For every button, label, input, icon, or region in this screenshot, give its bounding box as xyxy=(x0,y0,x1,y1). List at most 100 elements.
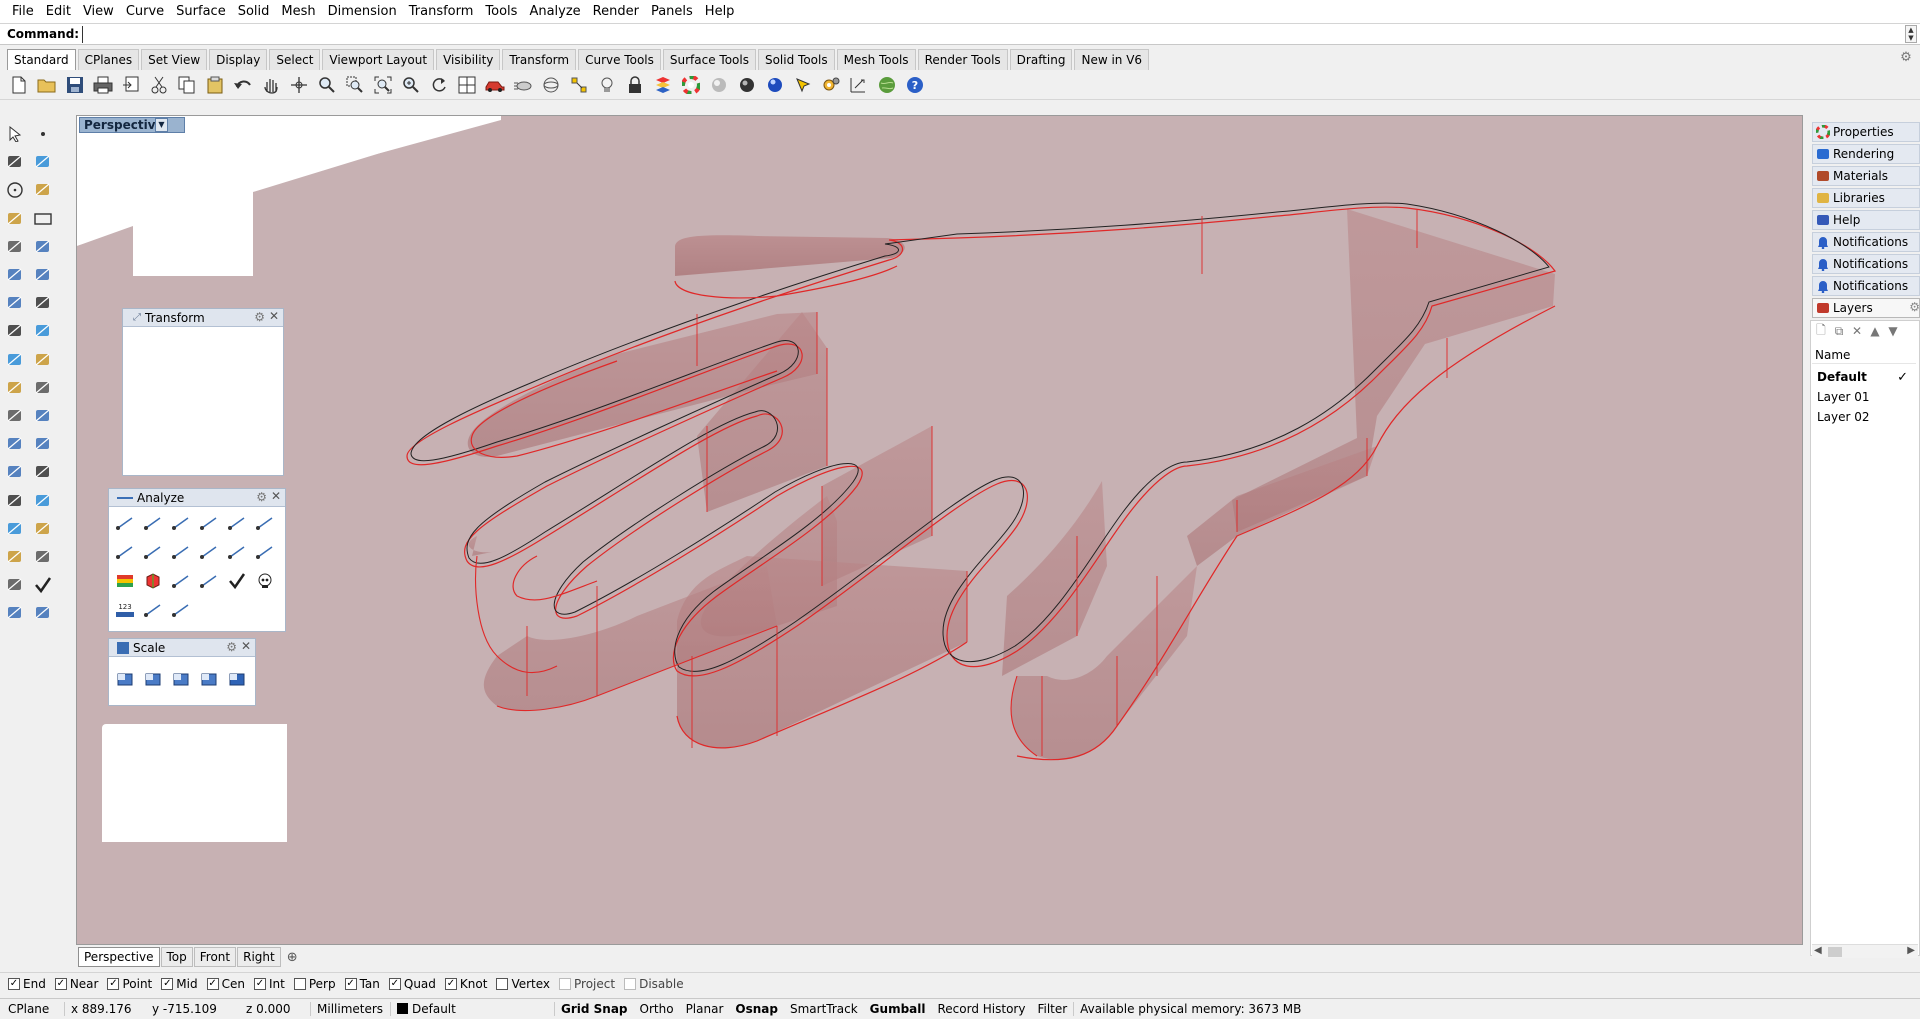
rotate-3d-icon[interactable] xyxy=(539,73,563,97)
offset-icon[interactable] xyxy=(3,432,27,456)
surface-corners-icon[interactable] xyxy=(3,263,27,287)
viewport-tab-top[interactable]: Top xyxy=(160,947,193,967)
render-tool-icon[interactable] xyxy=(3,601,27,625)
menu-dimension[interactable]: Dimension xyxy=(322,0,403,23)
import-icon[interactable] xyxy=(119,73,143,97)
scale-1d-icon[interactable] xyxy=(169,667,193,691)
properties-tool-icon[interactable] xyxy=(31,545,55,569)
osnap-quad-checkbox[interactable]: ✓ xyxy=(388,977,401,990)
osnap-end-checkbox[interactable]: ✓ xyxy=(8,977,20,990)
edit-points-icon[interactable] xyxy=(31,601,55,625)
osnap-disable-checkbox[interactable] xyxy=(624,977,637,990)
polyline-icon[interactable] xyxy=(3,150,27,174)
osnap-tan-checkbox[interactable]: ✓ xyxy=(344,977,357,990)
menu-solid[interactable]: Solid xyxy=(232,0,276,23)
number-icon[interactable]: 123 xyxy=(113,598,137,622)
join-icon[interactable] xyxy=(31,376,55,400)
move-layer-down-icon[interactable]: ▼ xyxy=(1884,324,1902,338)
direction-icon[interactable] xyxy=(253,511,277,535)
dimension-icon[interactable] xyxy=(847,73,871,97)
layer-row[interactable]: Default ✓ xyxy=(1812,368,1916,387)
block-icon[interactable] xyxy=(31,489,55,513)
status-toggle-smarttrack[interactable]: SmartTrack xyxy=(784,1002,864,1016)
split-icon[interactable] xyxy=(3,376,27,400)
menu-tools[interactable]: Tools xyxy=(479,0,523,23)
tolerance-icon[interactable] xyxy=(169,598,193,622)
viewport-tab-perspective[interactable]: Perspective xyxy=(78,947,160,967)
select-icon[interactable] xyxy=(3,122,27,146)
osnap-mid-checkbox[interactable]: ✓ xyxy=(161,977,174,990)
layers-horizontal-scrollbar[interactable]: ◀ ▶ xyxy=(1812,944,1918,958)
dimension-tool-icon[interactable] xyxy=(31,460,55,484)
undo-icon[interactable] xyxy=(231,73,255,97)
right-panel-tab-notifications-7[interactable]: Notifications xyxy=(1812,276,1920,296)
osnap-near[interactable]: ✓ Near xyxy=(54,977,98,991)
right-panel-tab-layers[interactable]: Layers xyxy=(1812,298,1920,318)
osnap-knot-checkbox[interactable]: ✓ xyxy=(444,977,457,990)
draft-angle-icon[interactable] xyxy=(141,569,165,593)
circle-icon[interactable] xyxy=(3,178,27,202)
diagnostics-icon[interactable] xyxy=(253,540,277,564)
menu-analyze[interactable]: Analyze xyxy=(523,0,586,23)
distance-icon[interactable] xyxy=(113,511,137,535)
analyze-direction-icon[interactable] xyxy=(31,517,55,541)
analyze-panel-close-icon[interactable]: ✕ xyxy=(271,489,281,503)
new-icon[interactable] xyxy=(7,73,31,97)
status-toggle-filter[interactable]: Filter xyxy=(1031,1002,1073,1016)
tab-set-view[interactable]: Set View xyxy=(141,49,208,70)
cylinder-icon[interactable] xyxy=(3,319,27,343)
layer-row[interactable]: Layer 02 xyxy=(1812,408,1916,427)
layer-row[interactable]: Layer 01 xyxy=(1812,388,1916,407)
material-ball-icon[interactable] xyxy=(707,73,731,97)
paste-icon[interactable] xyxy=(203,73,227,97)
trim-icon[interactable] xyxy=(31,348,55,372)
edge-analysis-icon[interactable] xyxy=(197,569,221,593)
print-icon[interactable] xyxy=(91,73,115,97)
tab-drafting[interactable]: Drafting xyxy=(1009,49,1073,70)
menu-render[interactable]: Render xyxy=(587,0,645,23)
box-icon[interactable] xyxy=(3,291,27,315)
car-icon[interactable] xyxy=(483,73,507,97)
help-icon[interactable]: ? xyxy=(903,73,927,97)
four-view-icon[interactable] xyxy=(455,73,479,97)
tab-mesh-tools[interactable]: Mesh Tools xyxy=(836,49,916,70)
sphere-icon[interactable] xyxy=(31,291,55,315)
copy-icon[interactable] xyxy=(175,73,199,97)
analyze-panel-header[interactable]: Analyze ⚙ ✕ xyxy=(109,489,285,507)
array-icon[interactable] xyxy=(3,489,27,513)
right-panel-tab-libraries[interactable]: Libraries xyxy=(1812,188,1920,208)
open-icon[interactable] xyxy=(35,73,59,97)
tab-curve-tools[interactable]: Curve Tools xyxy=(578,49,661,70)
osnap-knot[interactable]: ✓ Knot xyxy=(444,977,487,991)
tab-render-tools[interactable]: Render Tools xyxy=(917,49,1008,70)
viewport-menu-dropdown-icon[interactable]: ▼ xyxy=(155,118,168,132)
command-history-scroll[interactable]: ▲ ▼ xyxy=(1905,25,1917,43)
color-wheel-icon[interactable] xyxy=(679,73,703,97)
menu-view[interactable]: View xyxy=(77,0,120,23)
menu-file[interactable]: File xyxy=(6,0,40,23)
new-layer-icon[interactable]: 🗋 xyxy=(1812,321,1830,342)
osnap-project-checkbox[interactable] xyxy=(559,977,572,990)
transform-panel-gear-icon[interactable]: ⚙ xyxy=(254,310,265,324)
osnap-project[interactable]: Project xyxy=(559,977,615,991)
group-icon[interactable] xyxy=(31,404,55,428)
right-panel-tab-rendering[interactable]: Rendering xyxy=(1812,144,1920,164)
check-objects-icon[interactable] xyxy=(225,569,249,593)
point-deviation-icon[interactable] xyxy=(141,598,165,622)
viewport-tab-right[interactable]: Right xyxy=(237,947,281,967)
skull-icon[interactable] xyxy=(253,569,277,593)
grid-array-icon[interactable] xyxy=(3,545,27,569)
osnap-int-checkbox[interactable]: ✓ xyxy=(253,977,266,990)
osnap-quad[interactable]: ✓ Quad xyxy=(388,977,436,991)
osnap-cen[interactable]: ✓ Cen xyxy=(206,977,245,991)
ellipse-icon[interactable] xyxy=(31,178,55,202)
arc-icon[interactable] xyxy=(3,207,27,231)
globe-icon[interactable] xyxy=(875,73,899,97)
delete-layer-icon[interactable]: ✕ xyxy=(1848,324,1866,338)
fillet-edges-icon[interactable] xyxy=(31,432,55,456)
curvature-graph-icon[interactable] xyxy=(169,540,193,564)
tab-visibility[interactable]: Visibility xyxy=(436,49,501,70)
rotate-icon[interactable] xyxy=(427,73,451,97)
boolean-icon[interactable] xyxy=(3,404,27,428)
scale-panel-gear-icon[interactable]: ⚙ xyxy=(226,640,237,654)
